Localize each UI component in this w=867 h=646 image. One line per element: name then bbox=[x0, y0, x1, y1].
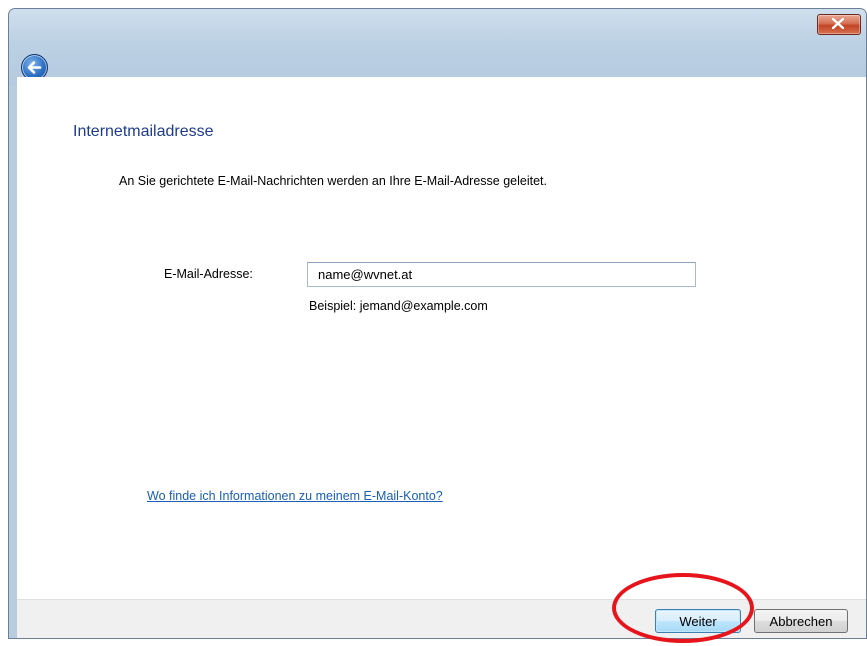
button-bar: Weiter Abbrechen bbox=[17, 599, 866, 638]
title-bar bbox=[9, 9, 866, 85]
help-link[interactable]: Wo finde ich Informationen zu meinem E-M… bbox=[147, 489, 443, 503]
email-label: E-Mail-Adresse: bbox=[164, 267, 253, 281]
wizard-content: Internetmailadresse An Sie gerichtete E-… bbox=[17, 77, 866, 599]
intro-text: An Sie gerichtete E-Mail-Nachrichten wer… bbox=[119, 174, 547, 188]
close-button[interactable] bbox=[817, 14, 861, 35]
next-button[interactable]: Weiter bbox=[655, 609, 741, 633]
wizard-window: Internetmailadresse An Sie gerichtete E-… bbox=[8, 8, 867, 639]
email-input[interactable] bbox=[307, 262, 696, 287]
close-icon bbox=[832, 18, 844, 29]
page-title: Internetmailadresse bbox=[73, 123, 214, 140]
email-example-hint: Beispiel: jemand@example.com bbox=[309, 299, 488, 313]
back-arrow-icon bbox=[27, 61, 42, 74]
cancel-button[interactable]: Abbrechen bbox=[754, 609, 848, 633]
